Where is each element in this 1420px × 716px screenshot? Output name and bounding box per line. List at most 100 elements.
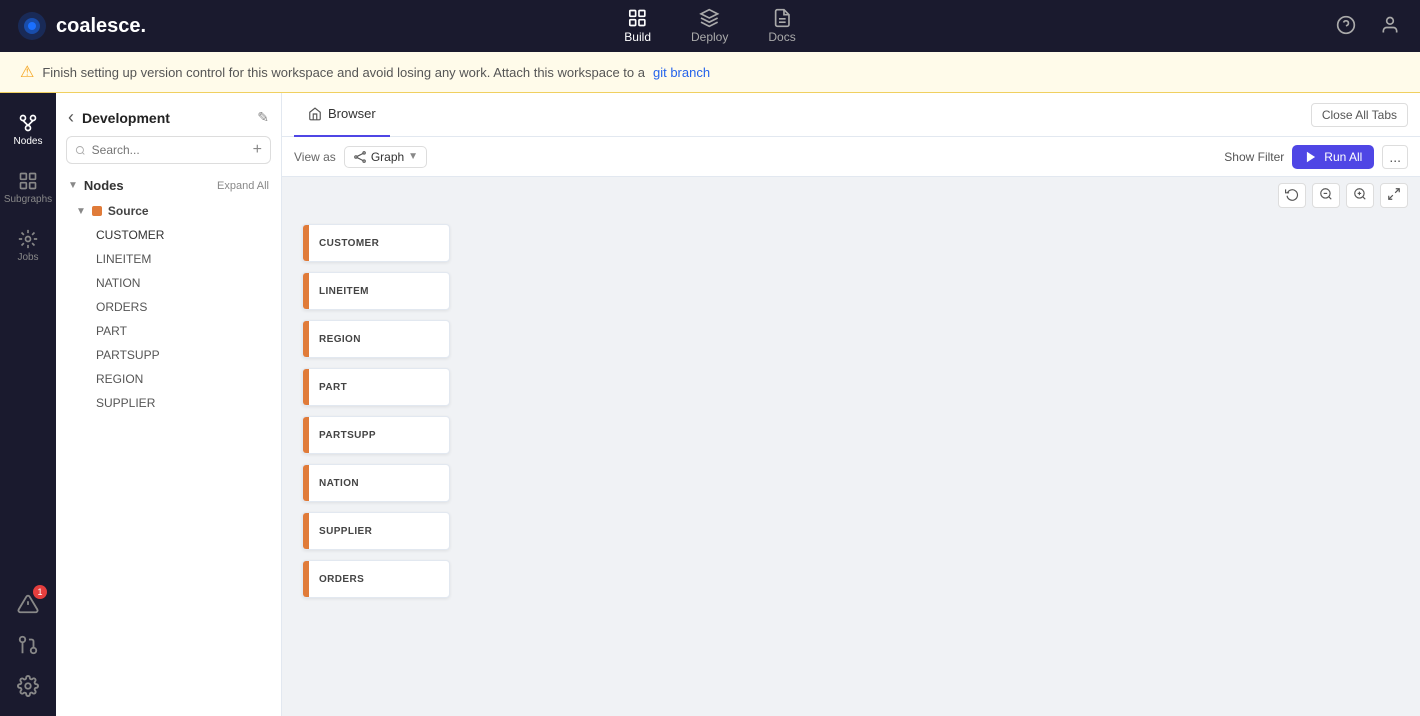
- run-all-label: Run All: [1324, 150, 1362, 164]
- close-all-tabs-button[interactable]: Close All Tabs: [1311, 103, 1408, 127]
- user-icon: [1380, 15, 1400, 35]
- view-select[interactable]: Graph ▼: [344, 146, 427, 168]
- node-card-orders[interactable]: ORDERS: [302, 560, 450, 598]
- node-card-lineitem[interactable]: LINEITEM: [302, 272, 450, 310]
- graph-canvas[interactable]: CUSTOMER LINEITEM REGION PART: [282, 214, 1420, 716]
- zoom-out-button[interactable]: [1312, 183, 1340, 208]
- tree-item-supplier[interactable]: SUPPLIER: [56, 391, 281, 415]
- tree-item-lineitem[interactable]: LINEITEM: [56, 247, 281, 271]
- search-input[interactable]: [92, 143, 247, 157]
- sidebar-item-subgraphs[interactable]: Subgraphs: [4, 163, 52, 213]
- help-button[interactable]: [1332, 11, 1360, 42]
- nodes-section-label: Nodes: [84, 178, 124, 193]
- node-card-region[interactable]: REGION: [302, 320, 450, 358]
- tree-item-customer[interactable]: CUSTOMER: [56, 223, 281, 247]
- icon-sidebar: Nodes Subgraphs Jobs: [0, 93, 56, 716]
- dropdown-caret: ▼: [408, 151, 418, 162]
- fit-view-button[interactable]: [1380, 183, 1408, 208]
- source-group-header[interactable]: ▼ Source: [56, 199, 281, 223]
- git-icon: [17, 634, 39, 656]
- content-area: Browser Close All Tabs View as Graph: [282, 93, 1420, 716]
- sidebar-item-nodes[interactable]: Nodes: [4, 105, 52, 155]
- nav-deploy[interactable]: Deploy: [691, 8, 728, 44]
- node-label-nation: NATION: [309, 465, 369, 501]
- user-button[interactable]: [1376, 11, 1404, 42]
- view-toolbar: View as Graph ▼ Show Filter: [282, 137, 1420, 177]
- settings-button[interactable]: [13, 671, 43, 704]
- nav-build-label: Build: [624, 30, 651, 44]
- edit-icon[interactable]: ✎: [257, 109, 269, 126]
- git-branch-link[interactable]: git branch: [653, 65, 710, 80]
- tree-item-partsupp[interactable]: PARTSUPP: [56, 343, 281, 367]
- help-icon: [1336, 15, 1356, 35]
- tree-content: ▼ Nodes Expand All ▼ Source CUSTOMER LIN…: [56, 172, 281, 716]
- tree-panel: ‹ Development ✎ + ▼ Nodes Expand All ▼: [56, 93, 282, 716]
- subgraphs-label: Subgraphs: [4, 194, 52, 205]
- home-icon: [308, 107, 322, 121]
- refresh-button[interactable]: [1278, 183, 1306, 208]
- tree-item-orders[interactable]: ORDERS: [56, 295, 281, 319]
- run-icon: [1304, 150, 1318, 164]
- view-as-label: View as: [294, 150, 336, 164]
- tab-bar: Browser Close All Tabs: [282, 93, 1420, 137]
- source-group-label: Source: [108, 204, 149, 218]
- node-card-part[interactable]: PART: [302, 368, 450, 406]
- tab-browser-label: Browser: [328, 106, 376, 121]
- zoom-in-button[interactable]: [1346, 183, 1374, 208]
- sidebar-item-jobs[interactable]: Jobs: [4, 221, 52, 271]
- nav-center: Build Deploy Docs: [624, 8, 795, 44]
- warning-bar: ⚠ Finish setting up version control for …: [0, 52, 1420, 93]
- zoom-in-icon: [1353, 187, 1367, 201]
- tab-browser[interactable]: Browser: [294, 93, 390, 137]
- tab-list: Browser: [294, 93, 390, 137]
- view-right: Show Filter Run All ...: [1224, 145, 1408, 169]
- node-card-supplier[interactable]: SUPPLIER: [302, 512, 450, 550]
- expand-all-button[interactable]: Expand All: [217, 180, 269, 192]
- nav-build[interactable]: Build: [624, 8, 651, 44]
- search-bar: +: [66, 136, 271, 164]
- node-label-region: REGION: [309, 321, 371, 357]
- more-button[interactable]: ...: [1382, 145, 1408, 169]
- view-left: View as Graph ▼: [294, 146, 427, 168]
- nav-docs-label: Docs: [768, 30, 795, 44]
- node-card-nation[interactable]: NATION: [302, 464, 450, 502]
- build-icon: [628, 8, 648, 28]
- tree-item-nation[interactable]: NATION: [56, 271, 281, 295]
- docs-icon: [772, 8, 792, 28]
- node-label-customer: CUSTOMER: [309, 225, 389, 261]
- zoom-out-icon: [1319, 187, 1333, 201]
- subgraphs-icon: [18, 171, 38, 191]
- tree-item-region[interactable]: REGION: [56, 367, 281, 391]
- alert-badge-container: 1: [13, 589, 43, 622]
- warning-icon: ⚠: [20, 62, 34, 82]
- node-label-partsupp: PARTSUPP: [309, 417, 386, 453]
- node-label-lineitem: LINEITEM: [309, 273, 379, 309]
- jobs-label: Jobs: [17, 252, 38, 263]
- main-area: Nodes Subgraphs Jobs: [0, 93, 1420, 716]
- deploy-icon: [700, 8, 720, 28]
- tree-header: ‹ Development ✎: [56, 93, 281, 136]
- node-card-customer[interactable]: CUSTOMER: [302, 224, 450, 262]
- alert-count: 1: [33, 585, 47, 599]
- back-button[interactable]: ‹: [68, 107, 74, 128]
- node-card-partsupp[interactable]: PARTSUPP: [302, 416, 450, 454]
- show-filter-button[interactable]: Show Filter: [1224, 150, 1284, 164]
- nodes-section-header[interactable]: ▼ Nodes Expand All: [56, 172, 281, 199]
- nav-right: [1332, 11, 1404, 42]
- jobs-icon: [18, 229, 38, 249]
- run-all-button[interactable]: Run All: [1292, 145, 1374, 169]
- git-button[interactable]: [13, 630, 43, 663]
- fit-view-icon: [1387, 187, 1401, 201]
- graph-nodes: CUSTOMER LINEITEM REGION PART: [302, 224, 450, 598]
- add-button[interactable]: +: [253, 141, 262, 159]
- nodes-icon: [18, 113, 38, 133]
- workspace-name: Development: [82, 110, 170, 126]
- graph-label: Graph: [371, 150, 404, 164]
- node-label-part: PART: [309, 369, 357, 405]
- graph-view-icon: [353, 150, 367, 164]
- top-nav: coalesce. Build Deploy: [0, 0, 1420, 52]
- nav-docs[interactable]: Docs: [768, 8, 795, 44]
- source-caret: ▼: [76, 206, 86, 217]
- icon-sidebar-bottom: 1: [13, 589, 43, 704]
- tree-item-part[interactable]: PART: [56, 319, 281, 343]
